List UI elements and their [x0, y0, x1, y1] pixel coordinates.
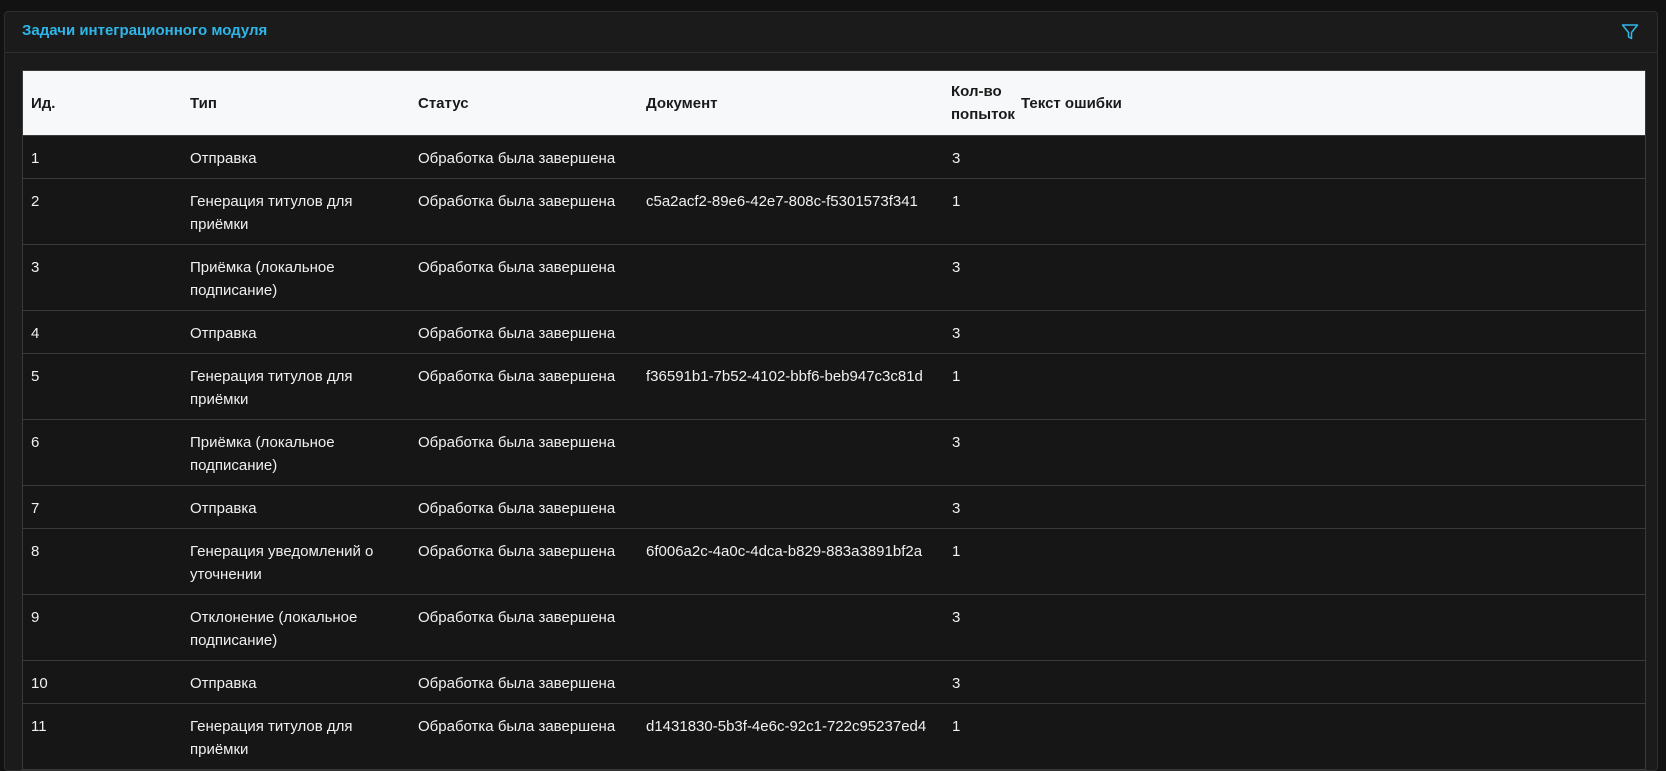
cell-error-text: [1013, 419, 1645, 486]
cell-id: 9: [23, 594, 182, 661]
cell-document: f36591b1-7b52-4102-bbf6-beb947c3c81d: [638, 353, 943, 420]
cell-status: Обработка была завершена: [410, 419, 638, 486]
cell-document: c5a2acf2-89e6-42e7-808c-f5301573f341: [638, 178, 943, 245]
cell-status: Обработка была завершена: [410, 485, 638, 529]
cell-tries: 1: [943, 703, 1013, 769]
cell-tries: 3: [943, 660, 1013, 704]
cell-tries: 3: [943, 485, 1013, 529]
cell-type: Генерация титулов для приёмки: [182, 178, 410, 245]
cell-id: 10: [23, 660, 182, 704]
cell-id: 1: [23, 135, 182, 179]
table-row[interactable]: 4 Отправка Обработка была завершена 3: [23, 310, 1645, 354]
panel-header: Задачи интеграционного модуля: [5, 12, 1657, 53]
panel-title: Задачи интеграционного модуля: [22, 22, 268, 39]
cell-id: 8: [23, 528, 182, 595]
table-row[interactable]: 5 Генерация титулов для приёмки Обработка …: [23, 353, 1645, 420]
table-header-row: Ид. Тип Статус Документ Кол-во попыток Т…: [23, 71, 1645, 136]
cell-type: Генерация уведомлений о уточнении: [182, 528, 410, 595]
cell-type: Приёмка (локальное подписание): [182, 244, 410, 311]
cell-tries: 3: [943, 419, 1013, 486]
filter-icon: [1621, 24, 1639, 40]
cell-status: Обработка была завершена: [410, 178, 638, 245]
cell-document: [638, 594, 943, 661]
cell-status: Обработка была завершена: [410, 244, 638, 311]
cell-document: [638, 244, 943, 311]
cell-id: 2: [23, 178, 182, 245]
cell-error-text: [1013, 660, 1645, 704]
tasks-table: Ид. Тип Статус Документ Кол-во попыток Т…: [22, 70, 1646, 770]
cell-type: Отклонение (локальное подписание): [182, 594, 410, 661]
table-body: 1 Отправка Обработка была завершена 3 2 Генер…: [23, 135, 1645, 769]
cell-type: Генерация титулов для приёмки: [182, 353, 410, 420]
table-row[interactable]: 10 Отправка Обработка была завершена 3: [23, 660, 1645, 704]
table-row[interactable]: 6 Приёмка (локальное подписание) Обработка…: [23, 419, 1645, 486]
table-row[interactable]: 2 Генерация титулов для приёмки Обработка …: [23, 178, 1645, 245]
column-header-error-text[interactable]: Текст ошибки: [1013, 71, 1645, 136]
cell-tries: 1: [943, 528, 1013, 595]
cell-status: Обработка была завершена: [410, 353, 638, 420]
cell-status: Обработка была завершена: [410, 528, 638, 595]
cell-id: 3: [23, 244, 182, 311]
integration-tasks-panel: Задачи интеграционного модуля Ид. Тип Ст…: [4, 11, 1658, 771]
cell-error-text: [1013, 244, 1645, 311]
cell-type: Отправка: [182, 310, 410, 354]
table-row[interactable]: 8 Генерация уведомлений о уточнении Обрабо…: [23, 528, 1645, 595]
table-row[interactable]: 3 Приёмка (локальное подписание) Обработка…: [23, 244, 1645, 311]
cell-document: d1431830-5b3f-4e6c-92c1-722c95237ed4: [638, 703, 943, 769]
cell-status: Обработка была завершена: [410, 660, 638, 704]
cell-status: Обработка была завершена: [410, 310, 638, 354]
cell-document: [638, 419, 943, 486]
cell-id: 4: [23, 310, 182, 354]
cell-error-text: [1013, 310, 1645, 354]
cell-status: Обработка была завершена: [410, 703, 638, 769]
column-header-id[interactable]: Ид.: [23, 71, 182, 136]
cell-id: 6: [23, 419, 182, 486]
cell-id: 7: [23, 485, 182, 529]
cell-type: Отправка: [182, 135, 410, 179]
cell-tries: 3: [943, 310, 1013, 354]
table-row[interactable]: 7 Отправка Обработка была завершена 3: [23, 485, 1645, 529]
cell-error-text: [1013, 703, 1645, 769]
cell-id: 11: [23, 703, 182, 769]
cell-tries: 3: [943, 594, 1013, 661]
column-header-tries[interactable]: Кол-во попыток: [943, 71, 1015, 136]
cell-error-text: [1013, 594, 1645, 661]
cell-error-text: [1013, 353, 1645, 420]
cell-error-text: [1013, 485, 1645, 529]
cell-document: [638, 660, 943, 704]
cell-error-text: [1013, 528, 1645, 595]
cell-error-text: [1013, 135, 1645, 179]
cell-tries: 3: [943, 244, 1013, 311]
cell-document: [638, 485, 943, 529]
cell-type: Генерация титулов для приёмки: [182, 703, 410, 769]
column-header-type[interactable]: Тип: [182, 71, 410, 136]
cell-error-text: [1013, 178, 1645, 245]
cell-id: 5: [23, 353, 182, 420]
cell-status: Обработка была завершена: [410, 135, 638, 179]
cell-type: Отправка: [182, 660, 410, 704]
column-header-document[interactable]: Документ: [638, 71, 943, 136]
column-header-status[interactable]: Статус: [410, 71, 638, 136]
cell-document: 6f006a2c-4a0c-4dca-b829-883a3891bf2a: [638, 528, 943, 595]
cell-document: [638, 135, 943, 179]
cell-tries: 1: [943, 353, 1013, 420]
cell-type: Отправка: [182, 485, 410, 529]
cell-tries: 1: [943, 178, 1013, 245]
table-row[interactable]: 11 Генерация титулов для приёмки Обработка…: [23, 703, 1645, 769]
filter-button[interactable]: [1621, 23, 1641, 43]
table-row[interactable]: 1 Отправка Обработка была завершена 3: [23, 135, 1645, 179]
cell-status: Обработка была завершена: [410, 594, 638, 661]
cell-document: [638, 310, 943, 354]
table-row[interactable]: 9 Отклонение (локальное подписание) Обрабо…: [23, 594, 1645, 661]
cell-type: Приёмка (локальное подписание): [182, 419, 410, 486]
cell-tries: 3: [943, 135, 1013, 179]
